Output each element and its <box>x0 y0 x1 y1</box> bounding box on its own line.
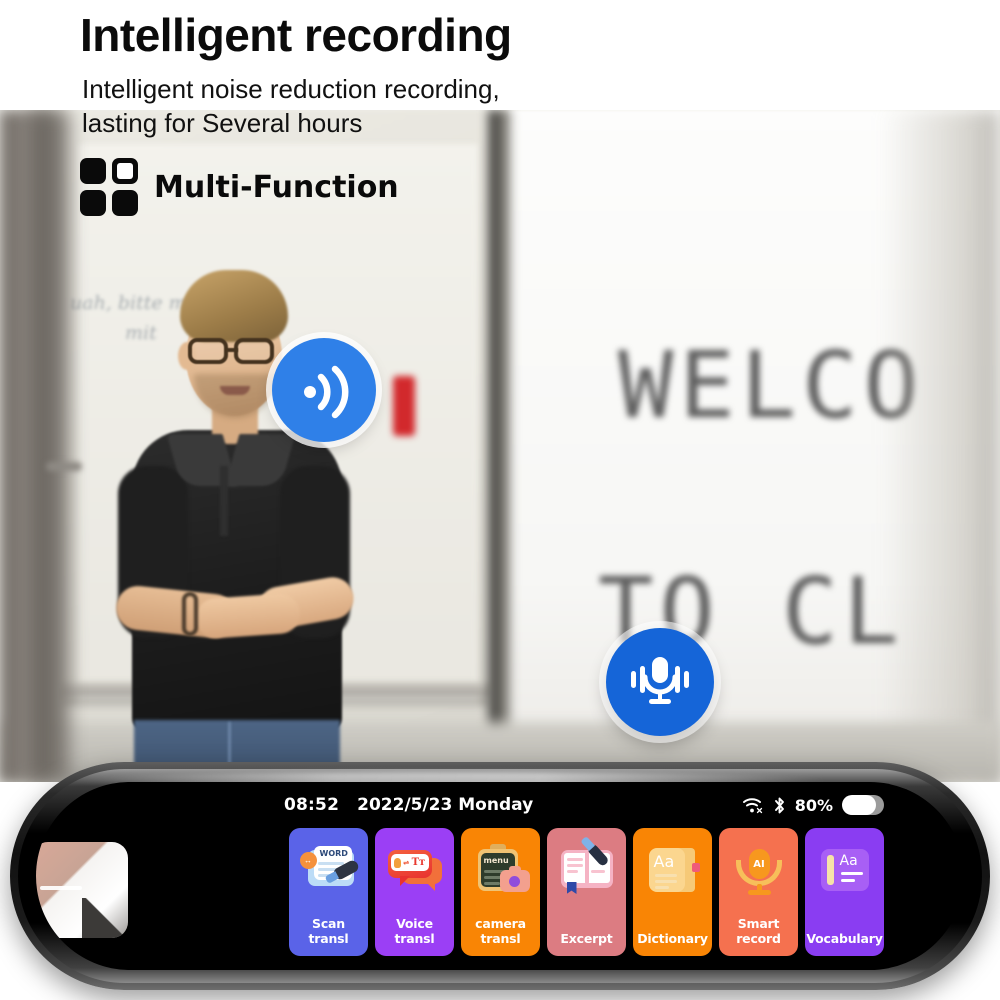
app-tile-smart-record[interactable]: AI Smart record <box>719 828 798 956</box>
app-tile-vocabulary[interactable]: Aa Vocabulary <box>805 828 884 956</box>
presenter-beard <box>194 374 276 418</box>
app-tile-label: Dictionary <box>637 931 708 946</box>
scan-translate-icon: WORD ↔ <box>299 844 360 896</box>
status-time: 08:52 <box>284 795 340 815</box>
right-wall <box>880 110 1000 782</box>
screen-protector-tab[interactable] <box>36 842 128 938</box>
presenter-placket <box>220 466 228 536</box>
app-tile-scan-translate[interactable]: WORD ↔ Scan transl <box>289 828 368 956</box>
multi-function-feature: Multi-Function <box>80 158 399 216</box>
page-subtitle: Intelligent noise reduction recording, l… <box>82 72 500 140</box>
camera-translate-word: menu <box>483 856 509 865</box>
vocabulary-card-icon: Aa <box>816 844 874 896</box>
dictionary-word: Aa <box>653 852 675 871</box>
camera-translate-icon: menu <box>472 844 530 896</box>
signal-wave-icon <box>304 365 349 419</box>
presenter-figure <box>108 270 408 782</box>
ai-microphone-icon: AI <box>730 844 788 896</box>
voice-mic-icon <box>393 857 401 868</box>
battery-percent: 80% <box>794 795 833 815</box>
voice-translate-icon: ⇌ Tᴛ <box>386 844 444 896</box>
dictionary-tab-icon <box>691 863 700 872</box>
status-bar: 08:52 2022/5/23 Monday 80% <box>284 790 884 820</box>
projector-text-line1: WELCO <box>618 332 925 439</box>
app-tile-voice-translate[interactable]: ⇌ Tᴛ Voice transl <box>375 828 454 956</box>
bluetooth-icon[interactable] <box>773 796 786 815</box>
wifi-disconnected-icon[interactable] <box>742 796 764 814</box>
page-title: Intelligent recording <box>80 9 512 61</box>
grid-cell-bottom-left <box>80 190 106 216</box>
battery-icon <box>842 795 884 815</box>
status-date: 2022/5/23 Monday <box>357 795 534 815</box>
presenter-glasses-bridge <box>226 348 238 352</box>
app-tile-strip: WORD ↔ Scan transl ⇌ Tᴛ Voice transl men… <box>289 828 884 956</box>
app-tile-label: Excerpt <box>560 931 613 946</box>
projection-screen-edge <box>488 110 512 782</box>
camera-body-icon <box>499 866 530 892</box>
excerpt-book-icon <box>558 842 616 896</box>
presenter-bracelet <box>182 592 198 636</box>
product-banner: uah, bitte morgen mit WELCO TO CL Intell… <box>0 0 1000 1000</box>
door-frame-inner <box>30 110 70 782</box>
presenter-glasses-left <box>188 338 228 364</box>
app-tile-label: Voice transl <box>394 916 435 946</box>
translator-device: 08:52 2022/5/23 Monday 80% WORD ↔ Scan t… <box>10 762 990 990</box>
presenter-hair <box>180 270 288 342</box>
voice-exchange-glyph: ⇌ <box>403 859 410 867</box>
page-subtitle-line1: Intelligent noise reduction recording, <box>82 74 500 104</box>
app-tile-excerpt[interactable]: Excerpt <box>547 828 626 956</box>
microphone-badge <box>606 628 714 736</box>
app-tile-label: camera transl <box>475 916 526 946</box>
grid-cell-top-left <box>80 158 106 184</box>
app-tile-camera-translate[interactable]: menu camera transl <box>461 828 540 956</box>
dictionary-book-icon: Aa <box>644 844 702 896</box>
microphone-icon <box>631 657 689 704</box>
grid-four-squares-icon <box>80 158 138 216</box>
battery-fill <box>842 795 876 815</box>
voice-text-glyph: Tᴛ <box>411 857 426 868</box>
signal-wave-badge <box>272 338 376 442</box>
multi-function-label: Multi-Function <box>154 169 399 205</box>
excerpt-bookmark-icon <box>566 882 577 894</box>
device-screen[interactable]: 08:52 2022/5/23 Monday 80% WORD ↔ Scan t… <box>36 782 964 970</box>
grid-cell-bottom-right <box>112 190 138 216</box>
page-subtitle-line2: lasting for Several hours <box>82 108 363 138</box>
status-indicators: 80% <box>742 795 884 815</box>
presenter-hand-left <box>194 592 302 640</box>
door-handle <box>46 462 82 471</box>
smart-record-word: AI <box>748 849 770 879</box>
app-tile-label: Scan transl <box>308 916 349 946</box>
app-tile-dictionary[interactable]: Aa Dictionary <box>633 828 712 956</box>
grid-cell-top-right <box>112 158 138 184</box>
app-tile-label: Vocabulary <box>806 931 883 946</box>
vocabulary-word: Aa <box>839 853 858 869</box>
scan-translate-word: WORD <box>319 849 348 858</box>
presenter-glasses-right <box>234 338 274 364</box>
scan-translate-badge: ↔ <box>299 852 317 869</box>
app-tile-label: Smart record <box>736 916 781 946</box>
presenter-mouth <box>220 386 250 395</box>
camera-lens-icon <box>508 876 520 887</box>
